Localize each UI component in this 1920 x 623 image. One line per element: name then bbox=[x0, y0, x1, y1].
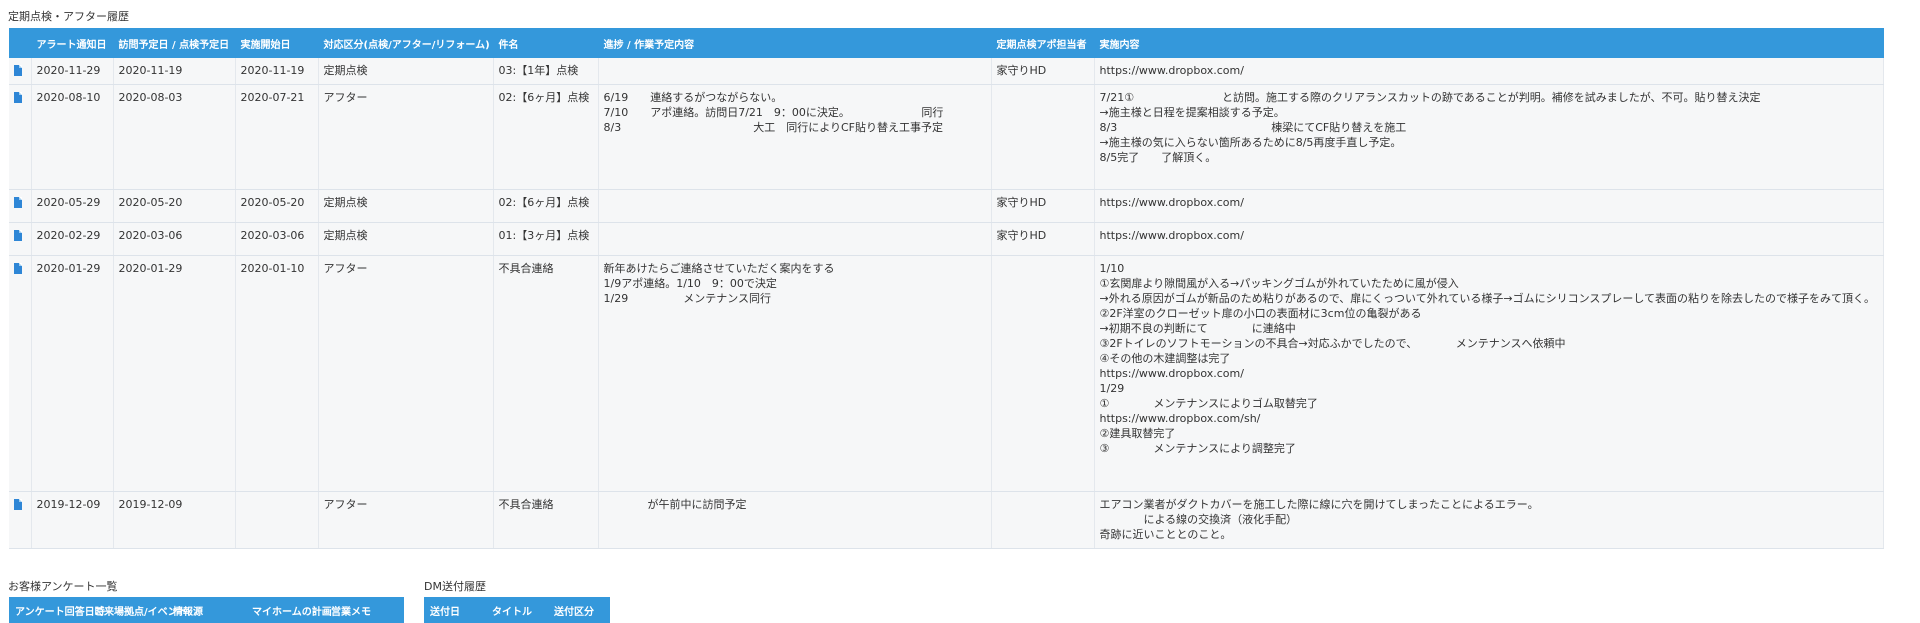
row-icon-cell[interactable] bbox=[9, 189, 32, 223]
progress-cell: 新年あけたらご連絡させていただく案内をする 1/9アポ連絡。1/10 9：00で… bbox=[598, 255, 992, 492]
dm-col-type[interactable]: 送付区分 bbox=[548, 597, 610, 623]
survey-table: アンケート回答日時 ご来場拠点/イベント 情報源 マイホームの計画 営業メモ bbox=[9, 597, 404, 623]
column-header-icon bbox=[9, 28, 32, 58]
row-icon-cell[interactable] bbox=[9, 491, 32, 549]
visit-date-cell: 2020-03-06 bbox=[113, 222, 236, 256]
subject-cell: 不具合連絡 bbox=[493, 255, 599, 492]
start-date-cell: 2020-05-20 bbox=[235, 189, 319, 223]
staff-cell[interactable]: 家守りHD bbox=[991, 189, 1095, 223]
dm-table: 送付日 タイトル 送付区分 bbox=[424, 597, 610, 623]
start-date-cell: 2020-07-21 bbox=[235, 84, 319, 190]
alert-date-cell: 2020-01-29 bbox=[31, 255, 114, 492]
start-date-cell bbox=[235, 491, 319, 549]
staff-cell bbox=[991, 84, 1095, 190]
subject-cell: 不具合連絡 bbox=[493, 491, 599, 549]
staff-cell[interactable]: 家守りHD bbox=[991, 58, 1095, 85]
alert-date-cell: 2020-05-29 bbox=[31, 189, 114, 223]
table-row[interactable]: 2020-02-29 2020-03-06 2020-03-06 定期点検 01:【3ヶ… bbox=[9, 222, 1884, 256]
progress-cell: が午前中に訪問予定 bbox=[598, 491, 992, 549]
visit-date-cell: 2020-01-29 bbox=[113, 255, 236, 492]
document-icon[interactable] bbox=[14, 230, 22, 241]
type-cell: 定期点検 bbox=[318, 58, 494, 85]
type-cell: アフター bbox=[318, 491, 494, 549]
dm-header-row: 送付日 タイトル 送付区分 bbox=[424, 597, 610, 623]
visit-date-cell: 2020-11-19 bbox=[113, 58, 236, 85]
column-header-subject[interactable]: 件名 bbox=[493, 28, 599, 58]
progress-cell bbox=[598, 222, 992, 256]
subject-cell: 02:【6ヶ月】点検 bbox=[493, 189, 599, 223]
start-date-cell: 2020-01-10 bbox=[235, 255, 319, 492]
document-icon[interactable] bbox=[14, 92, 22, 103]
column-header-alert-date[interactable]: アラート通知日 bbox=[31, 28, 114, 58]
column-header-visit-date[interactable]: 訪問予定日 / 点検予定日 bbox=[113, 28, 236, 58]
row-icon-cell[interactable] bbox=[9, 255, 32, 492]
subject-cell: 01:【3ヶ月】点検 bbox=[493, 222, 599, 256]
visit-date-cell: 2019-12-09 bbox=[113, 491, 236, 549]
detail-cell[interactable]: https://www.dropbox.com/ bbox=[1094, 189, 1884, 223]
staff-cell bbox=[991, 255, 1095, 492]
detail-cell: エアコン業者がダクトカバーを施工した際に線に穴を開けてしまったことによるエラー。… bbox=[1094, 491, 1884, 549]
history-table: アラート通知日 訪問予定日 / 点検予定日 実施開始日 対応区分(点検/アフター… bbox=[9, 28, 1884, 549]
history-section-title: 定期点検・アフター履歴 bbox=[8, 10, 129, 23]
detail-cell: 1/10 ①玄関扉より隙間風が入る→パッキングゴムが外れていたために風が侵入 →… bbox=[1094, 255, 1884, 492]
column-header-progress[interactable]: 進捗 / 作業予定内容 bbox=[598, 28, 992, 58]
detail-cell[interactable]: https://www.dropbox.com/ bbox=[1094, 222, 1884, 256]
survey-col-venue[interactable]: ご来場拠点/イベント bbox=[88, 597, 188, 623]
alert-date-cell: 2019-12-09 bbox=[31, 491, 114, 549]
type-cell: 定期点検 bbox=[318, 222, 494, 256]
survey-col-memo[interactable]: 営業メモ bbox=[325, 597, 404, 623]
progress-cell: 6/19 連絡するがつながらない。 7/10 アポ連絡。訪問日7/21 9：00… bbox=[598, 84, 992, 190]
alert-date-cell: 2020-02-29 bbox=[31, 222, 114, 256]
document-icon[interactable] bbox=[14, 499, 22, 510]
alert-date-cell: 2020-11-29 bbox=[31, 58, 114, 85]
document-icon[interactable] bbox=[14, 263, 22, 274]
type-cell: アフター bbox=[318, 255, 494, 492]
type-cell: アフター bbox=[318, 84, 494, 190]
table-row[interactable]: 2020-08-10 2020-08-03 2020-07-21 アフター 02:【6ヶ… bbox=[9, 84, 1884, 190]
column-header-staff[interactable]: 定期点検アポ担当者 bbox=[991, 28, 1095, 58]
start-date-cell: 2020-11-19 bbox=[235, 58, 319, 85]
detail-cell[interactable]: https://www.dropbox.com/ bbox=[1094, 58, 1884, 85]
document-icon[interactable] bbox=[14, 197, 22, 208]
progress-cell bbox=[598, 58, 992, 85]
table-row[interactable]: 2020-01-29 2020-01-29 2020-01-10 アフター 不具合連絡新… bbox=[9, 255, 1884, 492]
alert-date-cell: 2020-08-10 bbox=[31, 84, 114, 190]
progress-cell bbox=[598, 189, 992, 223]
visit-date-cell: 2020-05-20 bbox=[113, 189, 236, 223]
survey-header-row: アンケート回答日時 ご来場拠点/イベント 情報源 マイホームの計画 営業メモ bbox=[9, 597, 404, 623]
survey-col-source[interactable]: 情報源 bbox=[167, 597, 246, 623]
row-icon-cell[interactable] bbox=[9, 58, 32, 85]
row-icon-cell[interactable] bbox=[9, 222, 32, 256]
survey-col-answer-date[interactable]: アンケート回答日時 bbox=[9, 597, 105, 623]
table-row[interactable]: 2020-11-29 2020-11-19 2020-11-19 定期点検 03:【1年… bbox=[9, 58, 1884, 85]
detail-cell: 7/21① と訪問。施工する際のクリアランスカットの跡であることが判明。補修を試… bbox=[1094, 84, 1884, 190]
table-row[interactable]: 2020-05-29 2020-05-20 2020-05-20 定期点検 02:【6ヶ… bbox=[9, 189, 1884, 223]
row-icon-cell[interactable] bbox=[9, 84, 32, 190]
column-header-type[interactable]: 対応区分(点検/アフター/リフォーム) bbox=[318, 28, 494, 58]
dm-col-title[interactable]: タイトル bbox=[486, 597, 548, 623]
subject-cell: 03:【1年】点検 bbox=[493, 58, 599, 85]
survey-col-plan[interactable]: マイホームの計画 bbox=[246, 597, 332, 623]
type-cell: 定期点検 bbox=[318, 189, 494, 223]
dm-col-date[interactable]: 送付日 bbox=[424, 597, 486, 623]
history-header-row: アラート通知日 訪問予定日 / 点検予定日 実施開始日 対応区分(点検/アフター… bbox=[9, 28, 1884, 58]
visit-date-cell: 2020-08-03 bbox=[113, 84, 236, 190]
staff-cell bbox=[991, 491, 1095, 549]
staff-cell[interactable]: 家守りHD bbox=[991, 222, 1095, 256]
document-icon[interactable] bbox=[14, 65, 22, 76]
column-header-start-date[interactable]: 実施開始日 bbox=[235, 28, 319, 58]
table-row[interactable]: 2019-12-09 2019-12-09 アフター 不具合連絡 が午前中に訪問予定 エ… bbox=[9, 491, 1884, 549]
dm-section-title: DM送付履歴 bbox=[424, 580, 486, 593]
start-date-cell: 2020-03-06 bbox=[235, 222, 319, 256]
subject-cell: 02:【6ヶ月】点検 bbox=[493, 84, 599, 190]
survey-section-title: お客様アンケート一覧 bbox=[8, 580, 118, 593]
column-header-detail[interactable]: 実施内容 bbox=[1094, 28, 1884, 58]
